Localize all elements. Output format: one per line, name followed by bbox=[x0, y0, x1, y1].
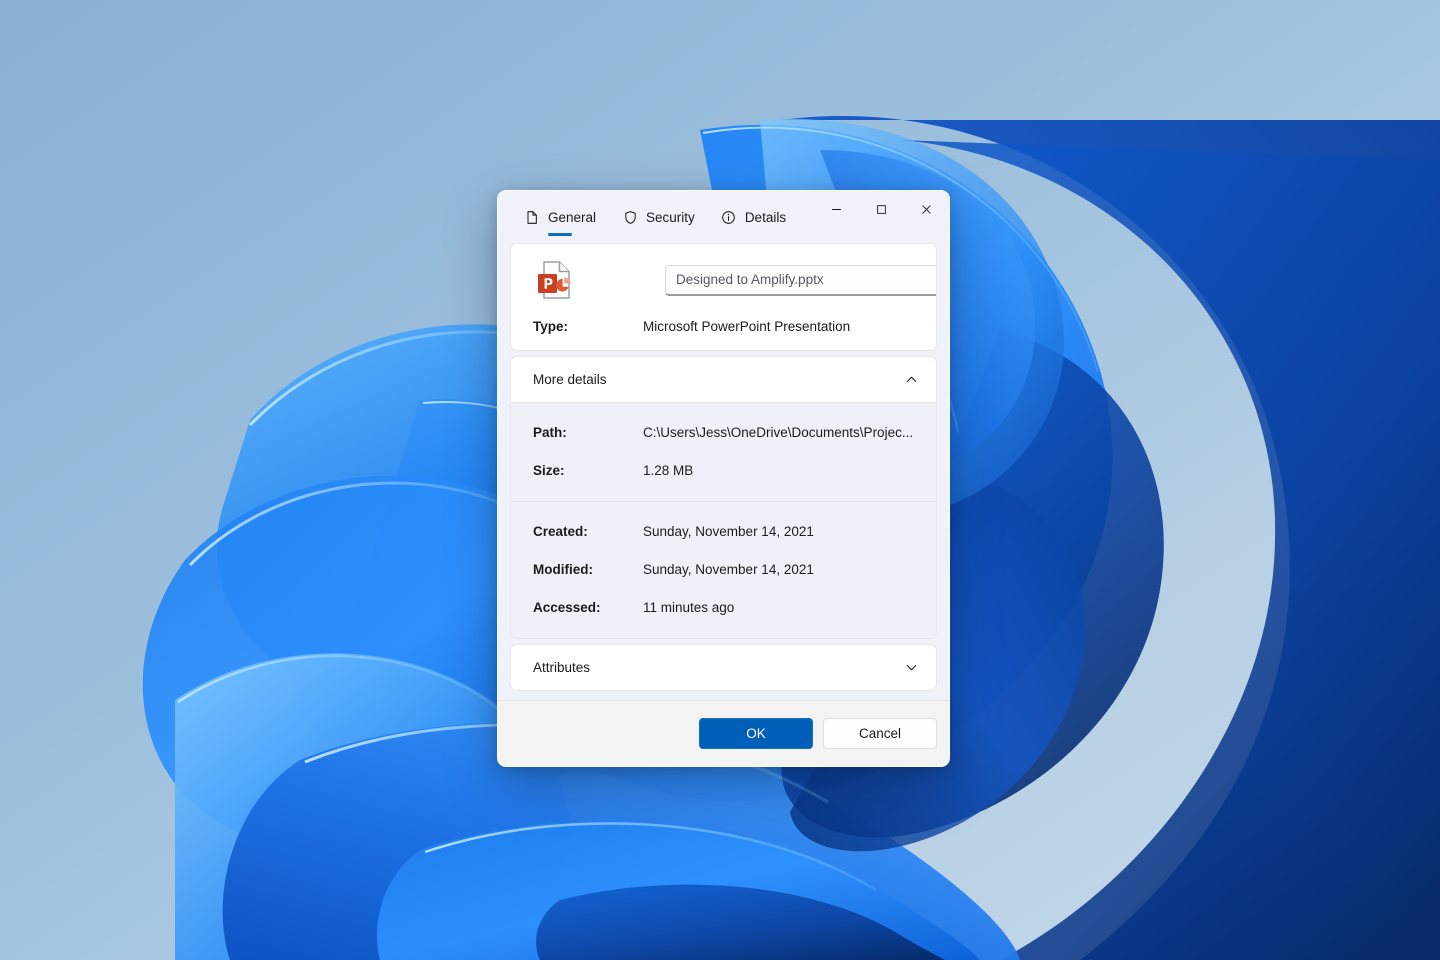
file-type-label: Type: bbox=[533, 319, 569, 334]
info-circle-icon bbox=[721, 209, 737, 225]
close-icon bbox=[922, 204, 931, 214]
created-value: Sunday, November 14, 2021 bbox=[643, 523, 814, 539]
more-details-expander-header[interactable]: More details bbox=[511, 357, 936, 402]
file-name-field-wrap bbox=[665, 264, 936, 296]
file-summary-card: Type: Microsoft PowerPoint Presentation bbox=[510, 243, 937, 351]
window-controls bbox=[814, 191, 949, 227]
modified-value: Sunday, November 14, 2021 bbox=[643, 561, 814, 577]
accessed-value: 11 minutes ago bbox=[643, 599, 735, 615]
document-icon bbox=[524, 209, 540, 225]
path-value: C:\Users\Jess\OneDrive\Documents\Projec.… bbox=[643, 424, 914, 440]
tab-general[interactable]: General bbox=[512, 195, 608, 239]
close-button[interactable] bbox=[904, 191, 949, 227]
detail-group-dates: Created: Sunday, November 14, 2021 Modif… bbox=[511, 501, 936, 638]
accessed-label: Accessed: bbox=[533, 599, 601, 615]
detail-row-path: Path: C:\Users\Jess\OneDrive\Documents\P… bbox=[511, 413, 936, 451]
attributes-card: Attributes bbox=[510, 644, 937, 691]
dialog-body: Type: Microsoft PowerPoint Presentation … bbox=[498, 243, 949, 700]
attributes-expander-header[interactable]: Attributes bbox=[511, 645, 936, 690]
detail-row-accessed: Accessed: 11 minutes ago bbox=[511, 588, 936, 626]
more-details-card: More details Path: C:\Users\Jess\OneDriv… bbox=[510, 356, 937, 639]
chevron-down-icon[interactable] bbox=[904, 661, 918, 675]
tab-details[interactable]: Details bbox=[709, 195, 798, 239]
size-label: Size: bbox=[533, 462, 565, 478]
desktop: General Security Details Designed to Amp… bbox=[0, 0, 1440, 960]
powerpoint-file-icon bbox=[538, 261, 571, 299]
tab-details-label: Details bbox=[744, 209, 787, 225]
size-value: 1.28 MB bbox=[643, 462, 694, 478]
detail-row-size: Size: 1.28 MB bbox=[511, 451, 936, 489]
chevron-up-icon[interactable] bbox=[904, 373, 918, 387]
file-type-row: Type: Microsoft PowerPoint Presentation bbox=[531, 319, 916, 334]
minimize-button[interactable] bbox=[814, 191, 859, 227]
dialog-footer: OK Cancel bbox=[498, 700, 949, 766]
more-details-content: Path: C:\Users\Jess\OneDrive\Documents\P… bbox=[511, 402, 936, 638]
file-name-row bbox=[531, 258, 936, 302]
dialog-titlebar[interactable]: General Security Details bbox=[498, 191, 949, 243]
tab-active-indicator bbox=[548, 233, 573, 236]
tab-general-label: General bbox=[548, 209, 597, 225]
detail-row-created: Created: Sunday, November 14, 2021 bbox=[511, 512, 936, 550]
maximize-icon bbox=[877, 204, 886, 214]
path-label: Path: bbox=[533, 424, 567, 440]
cancel-button[interactable]: Cancel bbox=[823, 718, 937, 749]
file-name-input[interactable] bbox=[665, 264, 936, 296]
maximize-button[interactable] bbox=[859, 191, 904, 227]
file-type-value: Microsoft PowerPoint Presentation bbox=[643, 319, 851, 334]
shield-icon bbox=[622, 209, 638, 225]
ok-button[interactable]: OK bbox=[699, 718, 813, 749]
modified-label: Modified: bbox=[533, 561, 593, 577]
tab-strip: General Security Details bbox=[512, 191, 798, 243]
minimize-icon bbox=[831, 208, 842, 210]
detail-group-location: Path: C:\Users\Jess\OneDrive\Documents\P… bbox=[511, 403, 936, 501]
file-properties-dialog: General Security Details Designed to Amp… bbox=[497, 190, 950, 767]
attributes-title: Attributes bbox=[533, 660, 591, 675]
tab-security-label: Security bbox=[646, 209, 695, 225]
created-label: Created: bbox=[533, 523, 588, 539]
more-details-title: More details bbox=[533, 372, 607, 387]
detail-row-modified: Modified: Sunday, November 14, 2021 bbox=[511, 550, 936, 588]
tab-security[interactable]: Security bbox=[610, 195, 707, 239]
